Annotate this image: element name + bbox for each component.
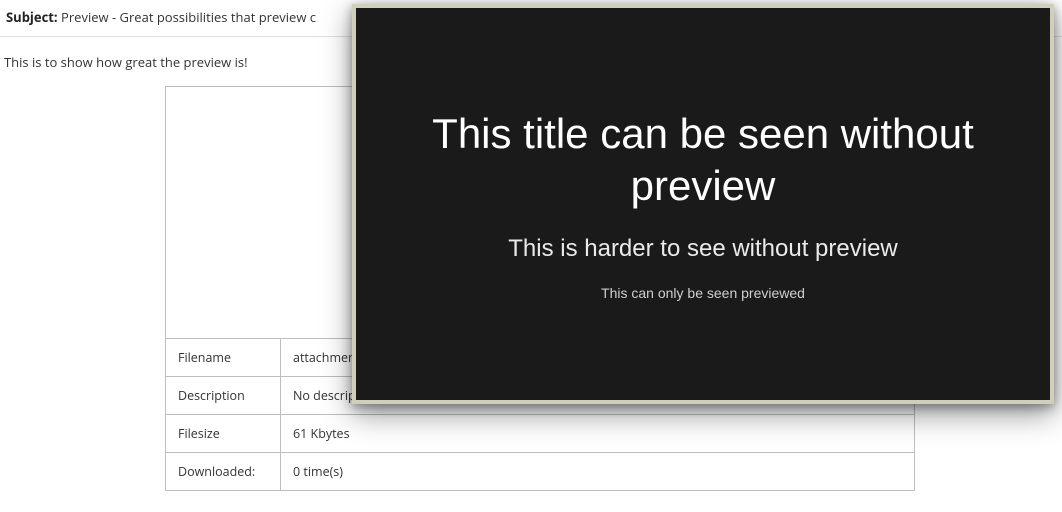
table-row: Downloaded: 0 time(s) [166,453,915,491]
message-body-text: This is to show how great the preview is… [4,53,248,71]
table-row: Filesize 61 Kbytes [166,415,915,453]
preview-subtitle: This is harder to see without preview [508,235,898,263]
filesize-key: Filesize [166,415,281,453]
subject-value: Preview - Great possibilities that previ… [61,8,316,26]
filename-key: Filename [166,339,281,377]
preview-overlay[interactable]: This title can be seen without preview T… [352,4,1054,404]
subject-label: Subject: [6,8,58,26]
downloaded-key: Downloaded: [166,453,281,491]
filesize-value: 61 Kbytes [281,415,915,453]
downloaded-value: 0 time(s) [281,453,915,491]
preview-small-text: This can only be seen previewed [601,285,805,301]
preview-title: This title can be seen without preview [393,108,1013,213]
description-key: Description [166,377,281,415]
